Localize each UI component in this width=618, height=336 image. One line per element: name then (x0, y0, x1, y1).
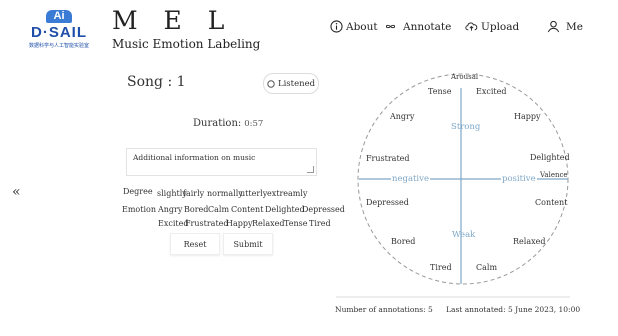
emo-tired[interactable]: Tired (430, 263, 452, 272)
emo-tense[interactable]: Tense (428, 87, 451, 96)
emo-happy[interactable]: Happy (514, 112, 541, 121)
emo-calm[interactable]: Calm (476, 263, 497, 272)
app-subtitle: Music Emotion Labeling (112, 37, 261, 51)
footer-divider (336, 296, 570, 298)
nav-upload-label: Upload (481, 20, 520, 33)
emo-depressed[interactable]: Depressed (366, 198, 409, 207)
emotion-option[interactable]: Tired (309, 219, 331, 228)
emo-relaxed[interactable]: Relaxed (513, 237, 545, 246)
emo-delighted[interactable]: Delighted (530, 153, 570, 162)
nav-about-label: About (346, 20, 378, 33)
logo-badge: Ai (53, 10, 65, 22)
degree-option[interactable]: fairly (183, 189, 204, 198)
emo-content[interactable]: Content (535, 198, 567, 207)
emo-angry[interactable]: Angry (390, 112, 414, 121)
emotion-option[interactable]: Content (231, 205, 263, 214)
emotion-option[interactable]: Happy (226, 219, 253, 228)
circle-outline-icon (267, 79, 275, 88)
emo-bored[interactable]: Bored (391, 237, 415, 246)
duration-value: 0:57 (244, 119, 264, 129)
submit-button[interactable]: Submit (223, 233, 273, 255)
nav-upload[interactable]: Upload (465, 20, 519, 33)
logo-name: D·SAIL (31, 24, 87, 41)
emo-excited[interactable]: Excited (476, 87, 506, 96)
emotion-option[interactable]: Delighted (265, 205, 305, 214)
resize-handle[interactable] (307, 166, 314, 173)
duration: Duration: 0:57 (193, 118, 263, 129)
user-icon (547, 20, 560, 33)
song-label: Song : 1 (127, 74, 186, 90)
positive-label: positive (501, 174, 537, 184)
degree-option[interactable]: utterly (240, 189, 267, 198)
nav-annotate-label: Annotate (403, 20, 452, 33)
logo-tagline: 数据科学与人工智能实验室 (28, 43, 89, 49)
emotion-option[interactable]: Bored (184, 205, 208, 214)
additional-info-input[interactable]: Additional information on music (126, 148, 317, 176)
info-circle-icon (330, 20, 343, 33)
degree-label: Degree (123, 187, 153, 196)
annotation-count: Number of annotations: 5 (335, 305, 433, 314)
cloud-upload-icon (465, 22, 478, 31)
emo-frustrated[interactable]: Frustrated (366, 154, 410, 163)
listened-toggle[interactable]: Listened (263, 73, 319, 94)
emotion-option[interactable]: Relaxed (252, 219, 284, 228)
strong-label: Strong (451, 122, 481, 132)
degree-option[interactable]: normally (207, 189, 243, 198)
nav-me-label: Me (566, 20, 583, 33)
degree-option[interactable]: extreamly (267, 189, 307, 198)
emotion-circumplex[interactable]: Arousal Valence Strong Weak negative pos… (356, 72, 570, 286)
infinity-icon (385, 24, 396, 29)
circumplex-canvas[interactable] (356, 72, 570, 286)
emotion-label: Emotion (122, 205, 156, 214)
duration-label: Duration: (193, 118, 242, 129)
additional-info-placeholder: Additional information on music (133, 153, 256, 162)
reset-button[interactable]: Reset (170, 233, 220, 255)
nav-me[interactable]: Me (547, 20, 583, 33)
emotion-option[interactable]: Angry (158, 205, 182, 214)
nav-annotate[interactable]: Annotate (384, 20, 451, 33)
emotion-option[interactable]: Excited (158, 219, 188, 228)
negative-label: negative (391, 174, 430, 184)
collapse-sidebar-icon[interactable]: « (12, 184, 21, 200)
arousal-axis-label: Arousal (451, 73, 479, 81)
last-annotated: Last annotated: 5 June 2023, 10:00 (446, 305, 581, 314)
emotion-option[interactable]: Frustrated (185, 219, 229, 228)
dsail-logo: Ai D·SAIL 数据科学与人工智能实验室 (28, 10, 90, 52)
listened-label: Listened (277, 78, 316, 89)
emotion-option[interactable]: Tense (284, 219, 307, 228)
emotion-option[interactable]: Calm (208, 205, 229, 214)
weak-label: Weak (452, 230, 476, 240)
valence-axis-label: Valence (540, 171, 568, 179)
nav-about[interactable]: About (330, 20, 378, 33)
emotion-option[interactable]: Depressed (302, 205, 345, 214)
app-title: M E L (112, 6, 234, 35)
